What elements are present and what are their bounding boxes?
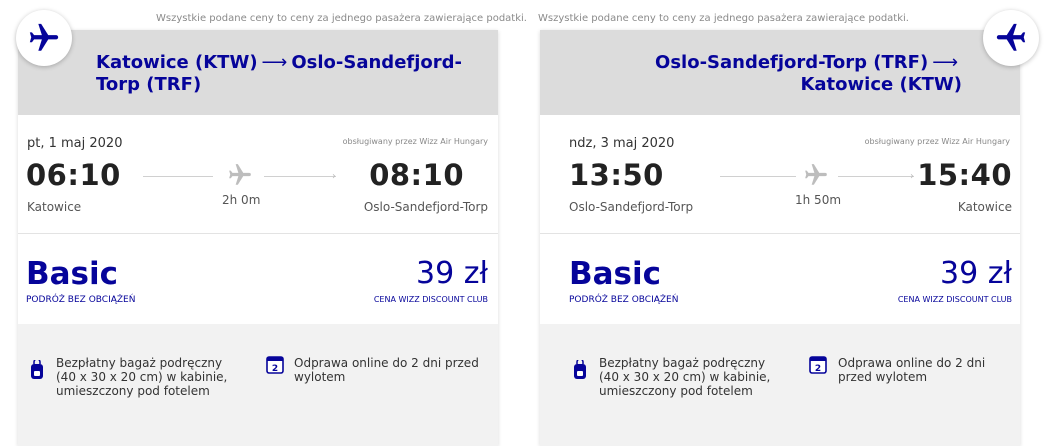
departure-city: Katowice bbox=[27, 200, 82, 214]
feature-cabin-bag: Bezpłatny bagaż podręczny (40 x 30 x 20 … bbox=[599, 356, 771, 398]
inbound-flight-card[interactable]: Oslo-Sandefjord-Torp (TRF) ⟶ Katowice (KTW… bbox=[540, 30, 1020, 446]
route-arrow: ⟶ bbox=[932, 52, 958, 73]
inbound-plane-badge bbox=[983, 10, 1039, 66]
calendar-days: 2 bbox=[815, 364, 821, 374]
price-notice: Wszystkie podane ceny to ceny za jednego… bbox=[538, 13, 909, 24]
backpack-icon bbox=[573, 358, 587, 384]
calendar-icon: 2 bbox=[266, 354, 284, 378]
fare-price: 39 zł bbox=[416, 256, 488, 291]
inbound-route: Oslo-Sandefjord-Torp (TRF) ⟶ Katowice (KTW… bbox=[636, 52, 962, 96]
arrival-city: Katowice bbox=[957, 200, 1012, 214]
feature-cabin-bag: Bezpłatny bagaż podręczny (40 x 30 x 20 … bbox=[56, 356, 228, 398]
fare-price: 39 zł bbox=[940, 256, 1012, 291]
route-line bbox=[143, 176, 213, 177]
outbound-header: Katowice (KTW) ⟶ Oslo-Sandefjord-Torp (TRF… bbox=[18, 30, 498, 115]
feature-online-checkin: Odprawa online do 2 dni przed wylotem bbox=[838, 356, 986, 384]
airplane-icon bbox=[227, 162, 253, 192]
price-subtitle: CENA WIZZ DISCOUNT CLUB bbox=[897, 295, 1012, 304]
fare-subtitle: PODRÓŻ BEZ OBCIĄŻEŃ bbox=[26, 295, 136, 305]
flight-duration: 2h 0m bbox=[222, 193, 261, 207]
route-from: Oslo-Sandefjord-Torp (TRF) bbox=[655, 52, 929, 73]
chevron-right-icon: › bbox=[332, 171, 336, 182]
flight-date: pt, 1 maj 2020 bbox=[27, 136, 123, 151]
flight-duration: 1h 50m bbox=[795, 193, 842, 207]
arrival-time: 08:10 bbox=[369, 158, 464, 192]
departure-city: Oslo-Sandefjord-Torp bbox=[569, 200, 694, 214]
route-line bbox=[720, 176, 796, 177]
departure-time: 06:10 bbox=[26, 158, 121, 192]
fare-subtitle: PODRÓŻ BEZ OBCIĄŻEŃ bbox=[569, 295, 679, 305]
departure-time: 13:50 bbox=[569, 158, 664, 192]
fare-features: Bezpłatny bagaż podręczny (40 x 30 x 20 … bbox=[540, 324, 1020, 446]
outbound-flight-card[interactable]: Katowice (KTW) ⟶ Oslo-Sandefjord-Torp (TRF… bbox=[18, 30, 498, 446]
feature-online-checkin: Odprawa online do 2 dni przed wylotem bbox=[294, 356, 479, 384]
inbound-header: Oslo-Sandefjord-Torp (TRF) ⟶ Katowice (KTW… bbox=[540, 30, 1020, 115]
fare-name: Basic bbox=[26, 256, 119, 292]
airplane-icon bbox=[996, 23, 1026, 51]
route-from: Katowice (KTW) bbox=[96, 52, 258, 73]
fare-name: Basic bbox=[569, 256, 662, 292]
route-line bbox=[264, 176, 336, 177]
backpack-icon bbox=[30, 358, 44, 384]
outbound-plane-badge bbox=[16, 10, 72, 66]
airplane-icon bbox=[803, 162, 829, 192]
chevron-right-icon: › bbox=[910, 171, 914, 182]
fare-features: Bezpłatny bagaż podręczny (40 x 30 x 20 … bbox=[18, 324, 498, 446]
inbound-flight-details: ndz, 3 maj 2020 obsługiwany przez Wizz A… bbox=[540, 115, 1020, 233]
calendar-icon: 2 bbox=[809, 354, 827, 378]
calendar-days: 2 bbox=[272, 364, 278, 374]
route-to: Katowice (KTW) bbox=[800, 74, 962, 95]
operated-by: obsługiwany przez Wizz Air Hungary bbox=[342, 137, 488, 146]
route-arrow: ⟶ bbox=[261, 52, 288, 73]
operated-by: obsługiwany przez Wizz Air Hungary bbox=[864, 137, 1010, 146]
outbound-flight-details: pt, 1 maj 2020 obsługiwany przez Wizz Ai… bbox=[18, 115, 498, 233]
price-notice: Wszystkie podane ceny to ceny za jednego… bbox=[156, 13, 527, 24]
arrival-city: Oslo-Sandefjord-Torp bbox=[363, 200, 488, 214]
arrival-time: 15:40 bbox=[917, 158, 1012, 192]
outbound-fare[interactable]: Basic PODRÓŻ BEZ OBCIĄŻEŃ 39 zł CENA WIZ… bbox=[18, 234, 498, 324]
inbound-fare[interactable]: Basic PODRÓŻ BEZ OBCIĄŻEŃ 39 zł CENA WIZ… bbox=[540, 234, 1020, 324]
flight-date: ndz, 3 maj 2020 bbox=[569, 136, 675, 151]
outbound-route: Katowice (KTW) ⟶ Oslo-Sandefjord-Torp (TRF… bbox=[96, 52, 496, 96]
airplane-icon bbox=[29, 23, 59, 51]
price-subtitle: CENA WIZZ DISCOUNT CLUB bbox=[373, 295, 488, 304]
route-line bbox=[838, 176, 914, 177]
